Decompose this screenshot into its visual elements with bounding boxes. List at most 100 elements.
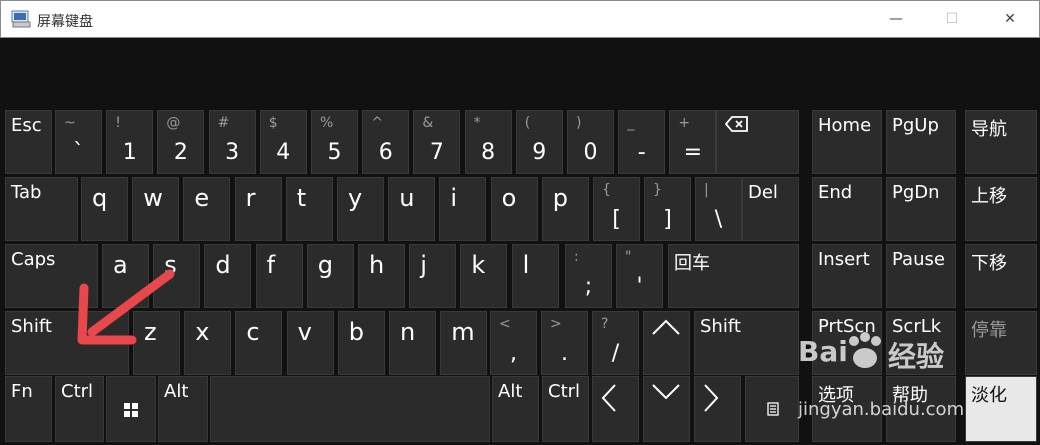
- key-dock[interactable]: 停靠: [965, 311, 1037, 375]
- key-windows[interactable]: [106, 376, 156, 442]
- key-4[interactable]: $4: [259, 110, 307, 174]
- key-5[interactable]: % 5: [311, 110, 358, 174]
- key-t[interactable]: t: [285, 177, 333, 241]
- key-pgup[interactable]: PgUp: [886, 110, 956, 174]
- close-button[interactable]: ✕: [987, 1, 1033, 37]
- key-9[interactable]: (9: [515, 110, 563, 174]
- key-`[interactable]: ~ `: [55, 110, 102, 174]
- key-j[interactable]: j: [409, 244, 457, 308]
- key-help[interactable]: 帮助: [886, 376, 956, 442]
- key-u[interactable]: u: [388, 177, 436, 241]
- key-punct-0[interactable]: <,: [490, 311, 537, 375]
- key-3[interactable]: #3: [208, 110, 256, 174]
- key-l[interactable]: l: [511, 244, 559, 308]
- key-shift-symbol: :: [574, 249, 579, 265]
- key-k[interactable]: k: [460, 244, 508, 308]
- key-fade[interactable]: 淡化: [965, 376, 1037, 442]
- key-r[interactable]: r: [234, 177, 282, 241]
- key-enter[interactable]: 回车: [668, 244, 799, 308]
- key-home[interactable]: Home: [812, 110, 882, 174]
- key-ctrl-left[interactable]: Ctrl: [55, 376, 104, 442]
- key-shift-right[interactable]: Shift: [694, 311, 799, 375]
- minimize-button[interactable]: —: [873, 1, 919, 37]
- key-w[interactable]: w: [132, 177, 180, 241]
- key-move-up[interactable]: 上移: [965, 177, 1037, 241]
- key-h[interactable]: h: [358, 244, 405, 308]
- key-label: Tab: [11, 182, 42, 203]
- key-menu[interactable]: [745, 376, 799, 442]
- key-main-char: 9: [532, 140, 547, 165]
- chevron-left-icon: [601, 384, 616, 412]
- key-right[interactable]: [694, 376, 741, 442]
- key-letter: w: [143, 184, 163, 212]
- key-8[interactable]: * 8: [464, 110, 512, 174]
- key-up[interactable]: [643, 311, 690, 375]
- key-y[interactable]: y: [337, 177, 384, 241]
- key-punct-0[interactable]: :;: [565, 244, 612, 308]
- key-fn[interactable]: Fn: [5, 376, 52, 442]
- key-m[interactable]: m: [440, 311, 488, 375]
- key-p[interactable]: p: [541, 177, 589, 241]
- key-main-char: .: [561, 341, 568, 366]
- key-2[interactable]: @2: [157, 110, 205, 174]
- key-letter: e: [194, 184, 210, 212]
- key-v[interactable]: v: [286, 311, 334, 375]
- key-bracket-2[interactable]: | \: [695, 177, 742, 241]
- key-n[interactable]: n: [389, 311, 436, 375]
- key-b[interactable]: b: [337, 311, 385, 375]
- key-1[interactable]: ! 1: [106, 110, 154, 174]
- key-scrlk[interactable]: ScrLk: [886, 311, 956, 375]
- key-alt-right[interactable]: Alt: [492, 376, 539, 442]
- key-esc[interactable]: Esc: [5, 110, 52, 174]
- key-tab[interactable]: Tab: [5, 177, 78, 241]
- key-options[interactable]: 选项: [812, 376, 882, 442]
- key-f[interactable]: f: [255, 244, 303, 308]
- key--[interactable]: _ -: [618, 110, 666, 174]
- key-move-down[interactable]: 下移: [965, 244, 1037, 308]
- key-0[interactable]: ) 0: [567, 110, 614, 174]
- key-label: ScrLk: [892, 316, 942, 337]
- key-7[interactable]: & 7: [413, 110, 461, 174]
- key-label: Pause: [892, 249, 945, 270]
- key-down[interactable]: [643, 376, 690, 442]
- key-pause[interactable]: Pause: [886, 244, 956, 308]
- key-6[interactable]: ^ 6: [362, 110, 410, 174]
- key-c[interactable]: c: [235, 311, 283, 375]
- key-shift-symbol: <: [499, 316, 511, 332]
- key-x[interactable]: x: [184, 311, 232, 375]
- key-pgdn[interactable]: PgDn: [886, 177, 956, 241]
- key-punct-1[interactable]: " ': [616, 244, 663, 308]
- key-punct-1[interactable]: >.: [541, 311, 588, 375]
- key-e[interactable]: e: [183, 177, 231, 241]
- key-o[interactable]: o: [490, 177, 538, 241]
- key-ctrl-right[interactable]: Ctrl: [542, 376, 589, 442]
- key-prtscn[interactable]: PrtScn: [812, 311, 882, 375]
- key-main-char: `: [73, 140, 84, 165]
- key-punct-2[interactable]: ? /: [592, 311, 639, 375]
- key-del[interactable]: Del: [742, 177, 799, 241]
- key-shift-symbol: $: [268, 115, 278, 131]
- key-letter: o: [501, 184, 517, 212]
- key-main-char: \: [714, 207, 723, 232]
- key-d[interactable]: d: [204, 244, 252, 308]
- key-letter: g: [317, 251, 334, 279]
- key-bracket-1[interactable]: }]: [644, 177, 691, 241]
- key-g[interactable]: g: [306, 244, 354, 308]
- key-shift-symbol: }: [653, 182, 662, 198]
- key-label: 停靠: [971, 320, 1007, 341]
- maximize-button[interactable]: ☐: [929, 1, 975, 37]
- key-space[interactable]: [210, 376, 490, 442]
- key-i[interactable]: i: [439, 177, 487, 241]
- key-nav[interactable]: 导航: [965, 110, 1037, 174]
- key-insert[interactable]: Insert: [812, 244, 882, 308]
- key-shift-symbol: #: [217, 115, 230, 131]
- key-bracket-0[interactable]: {[: [593, 177, 640, 241]
- key-q[interactable]: q: [81, 177, 128, 241]
- key-left[interactable]: [592, 376, 639, 442]
- key-=[interactable]: + =: [669, 110, 717, 174]
- key-backspace[interactable]: [716, 110, 799, 174]
- key-end[interactable]: End: [812, 177, 882, 241]
- key-label: Ctrl: [61, 381, 94, 402]
- key-letter: u: [399, 184, 415, 212]
- key-alt-left[interactable]: Alt: [158, 376, 208, 442]
